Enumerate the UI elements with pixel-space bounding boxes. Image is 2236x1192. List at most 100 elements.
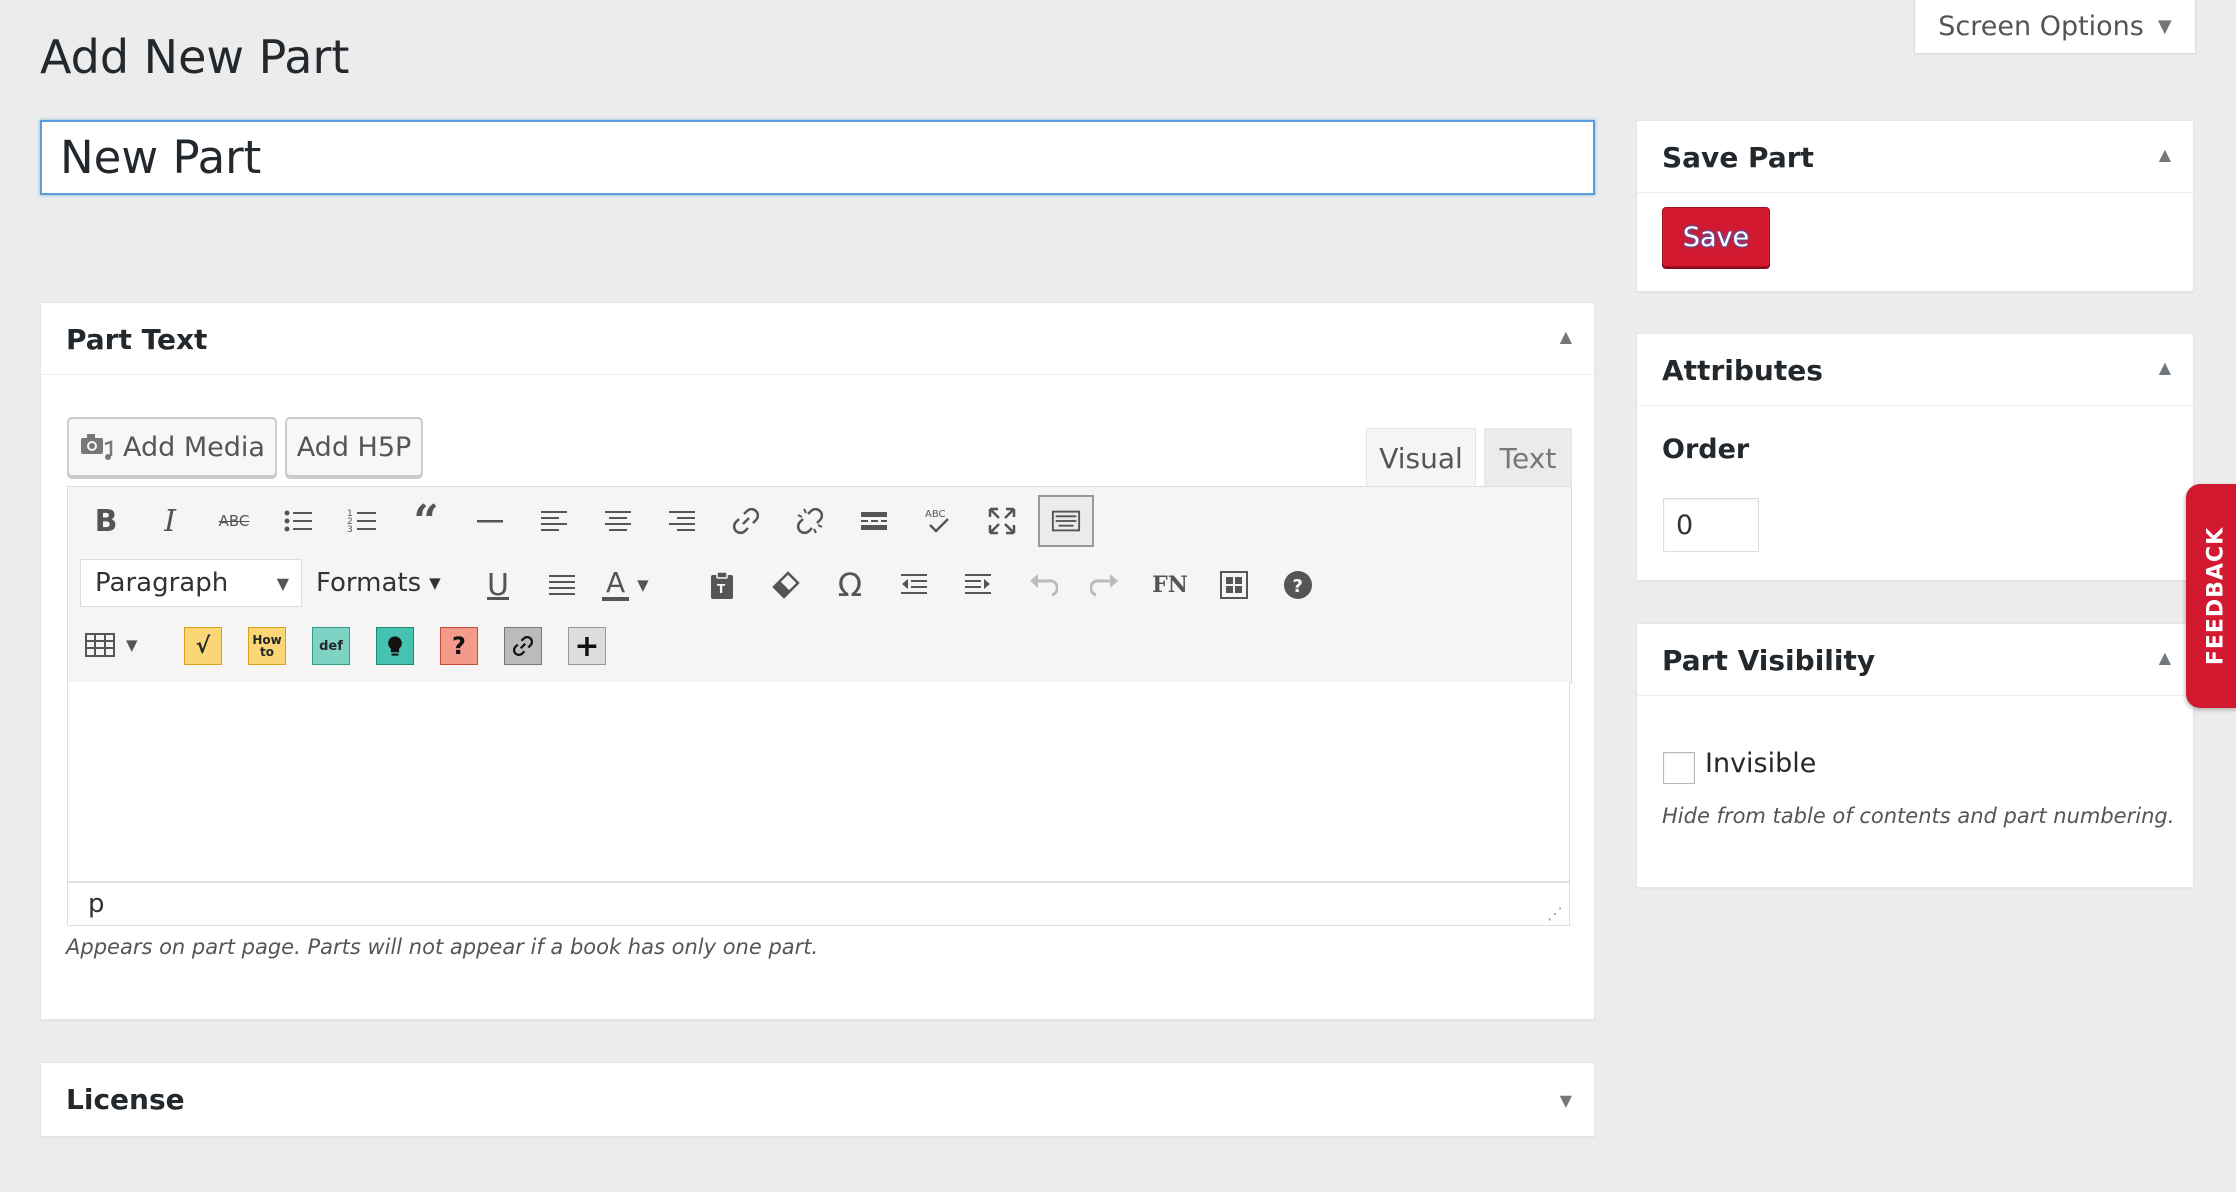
feedback-label: FEEDBACK	[2203, 526, 2229, 666]
add-h5p-label: Add H5P	[296, 431, 412, 463]
definition-button[interactable]: def	[312, 627, 350, 665]
bold-button[interactable]: B	[82, 497, 130, 545]
part-visibility-title: Part Visibility	[1662, 644, 1876, 677]
save-part-header[interactable]: Save Part ▲	[1637, 121, 2193, 193]
align-left-button[interactable]	[530, 497, 578, 545]
chevron-down-icon: ▼	[276, 573, 289, 593]
strikethrough-button[interactable]: ABC	[210, 497, 258, 545]
collapse-up-icon[interactable]: ▲	[2159, 145, 2171, 164]
clipboard-icon: T	[711, 571, 733, 599]
question-box-button[interactable]: ?	[440, 627, 478, 665]
part-text-title: Part Text	[66, 323, 208, 356]
numbered-list-icon: 123	[347, 509, 376, 535]
italic-button[interactable]: I	[146, 497, 194, 545]
chevron-down-icon: ▼	[126, 636, 138, 654]
editor-status-bar: p ⋰	[67, 882, 1570, 926]
add-h5p-button[interactable]: Add H5P	[285, 417, 423, 477]
insert-block-button[interactable]: +	[568, 627, 606, 665]
attributes-box: Attributes ▲ Order	[1636, 333, 2194, 581]
resize-handle-icon[interactable]: ⋰	[1547, 904, 1563, 923]
help-icon: ?	[1284, 571, 1312, 599]
special-character-button[interactable]: Ω	[826, 561, 874, 609]
table-grid-button[interactable]	[1210, 561, 1258, 609]
paragraph-format-select[interactable]: Paragraph ▼	[80, 559, 302, 607]
undo-icon	[1030, 574, 1058, 597]
tab-visual[interactable]: Visual	[1366, 428, 1476, 487]
chevron-down-icon: ▼	[429, 574, 441, 592]
square-root-icon: √	[195, 633, 211, 659]
tip-button[interactable]	[376, 627, 414, 665]
svg-text:T: T	[717, 582, 726, 596]
blockquote-button[interactable]: “	[402, 496, 450, 547]
align-center-button[interactable]	[594, 497, 642, 545]
paste-text-button[interactable]: T	[698, 561, 746, 609]
clear-formatting-button[interactable]	[762, 561, 810, 609]
unlink-icon	[796, 507, 824, 535]
read-more-button[interactable]	[850, 497, 898, 545]
part-visibility-header[interactable]: Part Visibility ▲	[1637, 624, 2193, 696]
save-part-title: Save Part	[1662, 141, 1814, 174]
glossary-link-button[interactable]	[504, 627, 542, 665]
formats-menu-button[interactable]: Formats ▼	[316, 559, 452, 607]
footnote-button[interactable]: FN	[1146, 561, 1194, 609]
element-path[interactable]: p	[88, 889, 105, 919]
part-title-input[interactable]	[40, 120, 1595, 195]
spellcheck-button[interactable]: ABC	[914, 497, 962, 545]
editor-content-area[interactable]	[67, 682, 1570, 882]
underline-button[interactable]: U	[474, 561, 522, 609]
outdent-button[interactable]	[890, 561, 938, 609]
screen-options-button[interactable]: Screen Options ▼	[1914, 0, 2196, 54]
redo-button[interactable]	[1082, 561, 1130, 609]
tab-text[interactable]: Text	[1484, 428, 1572, 487]
math-button[interactable]: √	[184, 627, 222, 665]
paragraph-select-value: Paragraph	[95, 568, 229, 598]
order-input[interactable]	[1663, 498, 1759, 552]
howto-button[interactable]: How to	[248, 627, 286, 665]
chevron-down-icon: ▼	[637, 576, 649, 594]
question-icon: ?	[452, 632, 466, 660]
invisible-label[interactable]: Invisible	[1705, 748, 1816, 779]
fullscreen-button[interactable]	[978, 497, 1026, 545]
toolbar-toggle-button[interactable]	[1038, 495, 1094, 547]
visibility-hint: Hide from table of contents and part num…	[1662, 804, 2175, 828]
horizontal-rule-button[interactable]	[466, 497, 514, 545]
svg-text:3: 3	[347, 525, 353, 535]
insert-link-button[interactable]	[722, 497, 770, 545]
help-button[interactable]: ?	[1274, 561, 1322, 609]
collapse-up-icon[interactable]: ▲	[2159, 648, 2171, 667]
outdent-icon	[901, 574, 927, 594]
collapse-up-icon[interactable]: ▲	[1560, 327, 1572, 346]
remove-link-button[interactable]	[786, 497, 834, 545]
license-header[interactable]: License ▼	[41, 1063, 1594, 1138]
align-right-icon	[669, 511, 695, 531]
add-media-button[interactable]: Add Media	[67, 417, 277, 477]
align-center-icon	[605, 511, 631, 531]
insert-table-button[interactable]: ▼	[84, 621, 158, 669]
caret-down-icon: ▼	[2157, 16, 2172, 37]
collapse-up-icon[interactable]: ▲	[2159, 358, 2171, 377]
feedback-tab[interactable]: FEEDBACK	[2186, 484, 2236, 708]
part-text-header[interactable]: Part Text ▲	[41, 303, 1594, 375]
text-color-button[interactable]: A ▼	[602, 561, 682, 609]
undo-button[interactable]	[1018, 561, 1066, 609]
expand-down-icon[interactable]: ▼	[1560, 1091, 1572, 1110]
bullet-list-button[interactable]	[274, 497, 322, 545]
align-right-button[interactable]	[658, 497, 706, 545]
add-media-label: Add Media	[123, 431, 265, 463]
howto-icon: How to	[252, 633, 282, 659]
lightbulb-icon	[388, 636, 402, 656]
attributes-title: Attributes	[1662, 354, 1823, 387]
plus-icon: +	[574, 628, 600, 664]
save-button[interactable]: Save	[1662, 207, 1770, 267]
attributes-header[interactable]: Attributes ▲	[1637, 334, 2193, 406]
read-more-icon	[861, 512, 887, 530]
numbered-list-button[interactable]: 123	[338, 497, 386, 545]
part-text-box: Part Text ▲ Add Media Add H5P Visual Tex…	[40, 302, 1595, 1020]
editor-toolbar: B I ABC 123 “ ABC Paragraph ▼ Formats ▼ …	[67, 486, 1572, 684]
save-label: Save	[1682, 221, 1750, 253]
eraser-icon	[772, 571, 800, 599]
invisible-checkbox[interactable]	[1663, 752, 1695, 784]
align-justify-icon	[549, 575, 575, 595]
indent-button[interactable]	[954, 561, 1002, 609]
justify-button[interactable]	[538, 561, 586, 609]
